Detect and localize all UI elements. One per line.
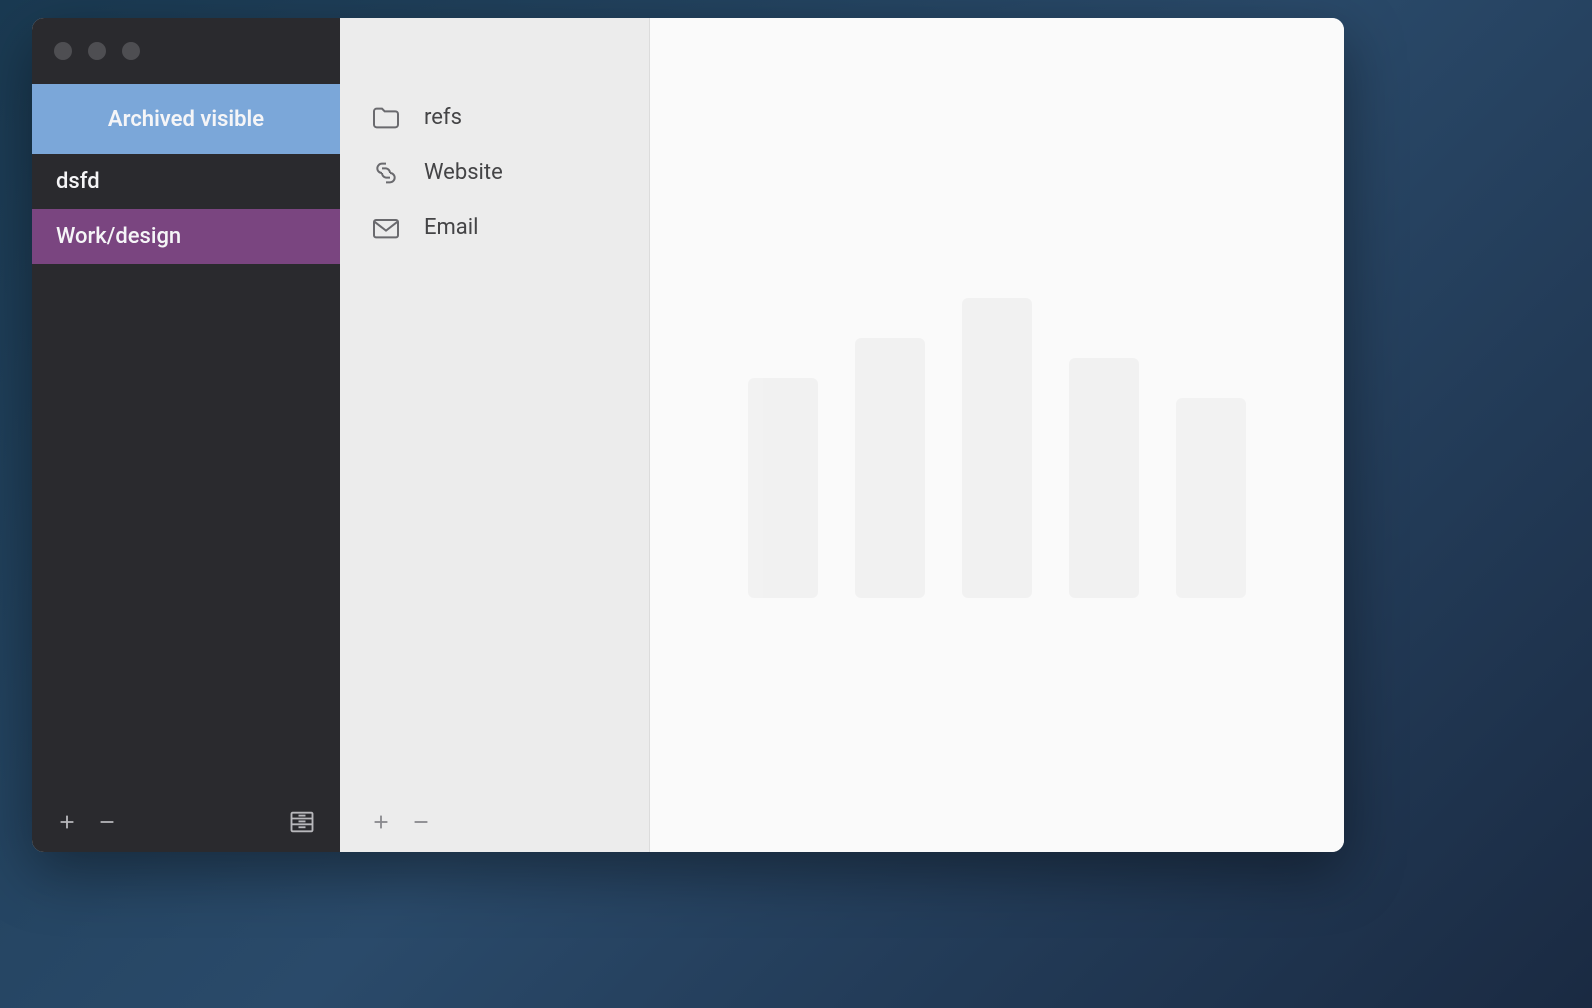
list-item-email[interactable]: Email	[370, 200, 629, 255]
minus-icon	[96, 811, 118, 833]
archive-toggle-label: Archived visible	[108, 107, 264, 132]
minimize-icon[interactable]	[88, 42, 106, 60]
titlebar	[32, 18, 340, 84]
list-item-label: refs	[424, 105, 462, 130]
list-item-link[interactable]: Website	[370, 145, 629, 200]
archive-icon	[288, 808, 316, 836]
remove-item-button[interactable]	[410, 811, 432, 833]
sidebar-item-label: Work/design	[56, 224, 181, 249]
items-list: refs Website Email	[340, 18, 649, 255]
close-icon[interactable]	[54, 42, 72, 60]
content-pane	[650, 18, 1344, 852]
list-item-label: Website	[424, 160, 503, 185]
add-item-button[interactable]	[370, 811, 392, 833]
folder-icon	[370, 102, 402, 134]
minus-icon	[410, 811, 432, 833]
sidebar-item[interactable]: Work/design	[32, 209, 340, 264]
watermark-illustration	[730, 258, 1264, 598]
link-icon	[370, 157, 402, 189]
envelope-icon	[370, 212, 402, 244]
sidebar-item[interactable]: dsfd	[32, 154, 340, 209]
sidebar-footer	[32, 792, 340, 852]
maximize-icon[interactable]	[122, 42, 140, 60]
items-footer	[340, 792, 649, 852]
plus-icon	[370, 811, 392, 833]
items-pane: refs Website Email	[340, 18, 650, 852]
list-item-folder[interactable]: refs	[370, 90, 629, 145]
list-item-label: Email	[424, 215, 478, 240]
archive-toggle[interactable]: Archived visible	[32, 84, 340, 154]
sidebar: Archived visible dsfd Work/design	[32, 18, 340, 852]
add-button[interactable]	[56, 811, 78, 833]
plus-icon	[56, 811, 78, 833]
remove-button[interactable]	[96, 811, 118, 833]
sidebar-item-label: dsfd	[56, 169, 100, 194]
app-window: Archived visible dsfd Work/design	[32, 18, 1344, 852]
archive-button[interactable]	[288, 808, 316, 836]
